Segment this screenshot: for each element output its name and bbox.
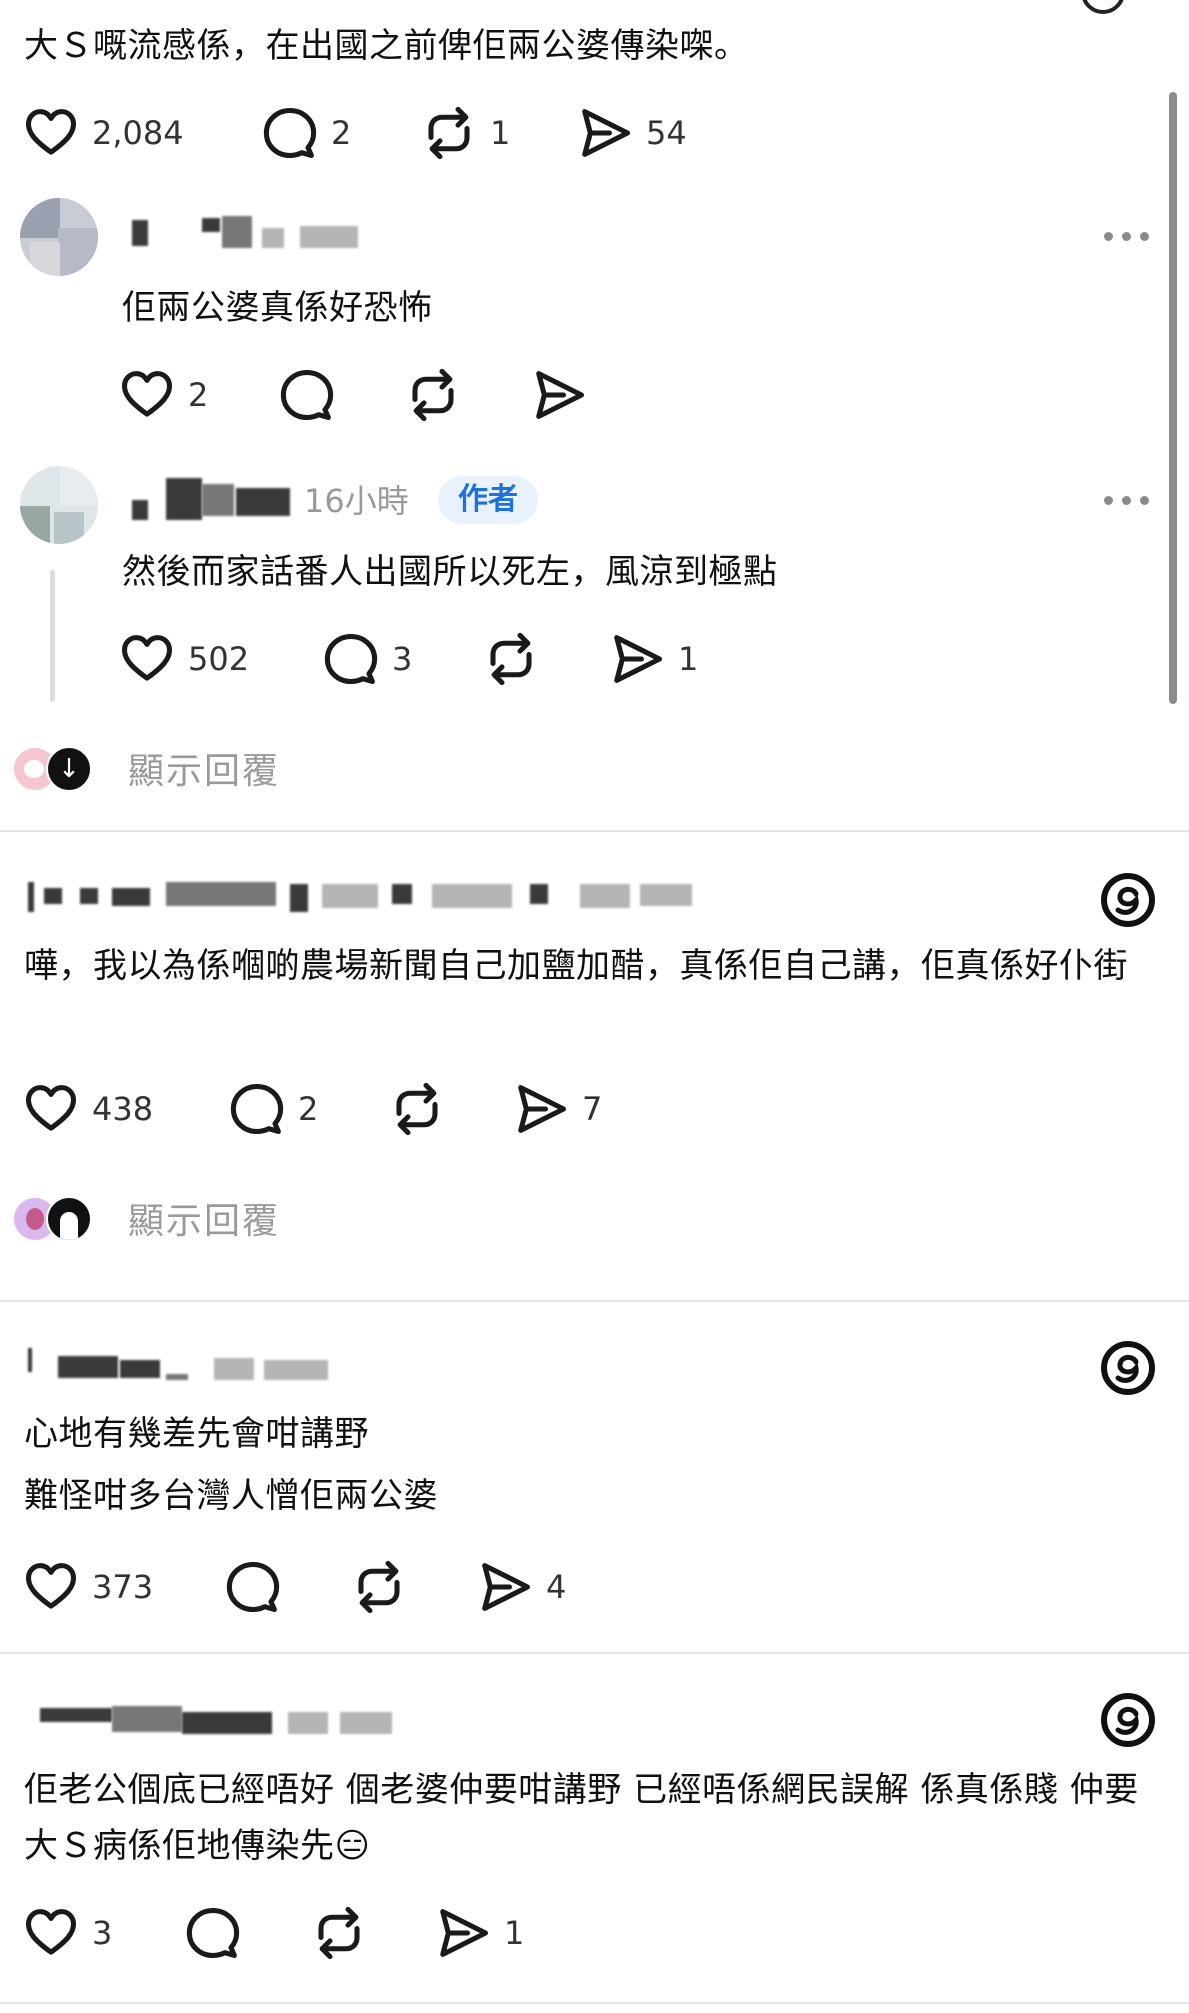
repost-count: 1 (490, 114, 511, 152)
comment-button[interactable] (280, 368, 334, 422)
redacted-username (28, 882, 34, 912)
comment-icon (226, 1560, 280, 1614)
comment-icon (186, 1906, 240, 1960)
divider (0, 830, 1189, 832)
arrow-down-icon: ↓ (46, 746, 92, 792)
like-count: 438 (92, 1090, 154, 1128)
like-button[interactable]: 3 (24, 1906, 112, 1960)
comment-count: 2 (298, 1090, 319, 1128)
avatar[interactable] (20, 198, 98, 276)
share-button[interactable] (532, 368, 586, 422)
avatar (46, 1196, 92, 1242)
threads-logo-icon (1101, 1693, 1155, 1747)
divider (0, 1300, 1189, 1302)
like-count: 502 (188, 640, 250, 678)
share-icon (610, 632, 664, 686)
comment-count: 2 (331, 114, 352, 152)
reply-avatars (12, 1196, 92, 1242)
heart-icon (24, 1906, 78, 1960)
comment-icon (280, 368, 334, 422)
show-replies-button[interactable]: 顯示回覆 (128, 742, 280, 794)
repost-icon (484, 632, 538, 686)
comment-icon (263, 106, 317, 160)
heart-icon (24, 1560, 78, 1614)
repost-icon (390, 1082, 444, 1136)
redacted-username (132, 220, 148, 246)
avatar[interactable] (20, 466, 98, 544)
share-count: 1 (678, 640, 699, 678)
share-icon (514, 1082, 568, 1136)
like-button[interactable]: 373 (24, 1560, 153, 1614)
share-button[interactable]: 7 (514, 1082, 602, 1136)
redacted-username (28, 1348, 32, 1372)
share-icon (436, 1906, 490, 1960)
like-button[interactable]: 502 (120, 632, 249, 686)
repost-icon (422, 106, 476, 160)
thread-line (50, 570, 55, 702)
comment-text-line: 心地有幾差先會咁講野 (24, 1414, 369, 1454)
comment-button[interactable]: 2 (263, 106, 351, 160)
repost-icon (312, 1906, 366, 1960)
repost-button[interactable] (406, 368, 460, 422)
comment-button[interactable] (226, 1560, 280, 1614)
comment-count: 3 (392, 640, 413, 678)
repost-button[interactable] (484, 632, 538, 686)
comment-button[interactable] (186, 1906, 240, 1960)
heart-icon (24, 1082, 78, 1136)
partial-top-icon (1081, 0, 1125, 14)
heart-icon (120, 368, 174, 422)
redacted-username (40, 1708, 112, 1722)
like-button[interactable]: 438 (24, 1082, 153, 1136)
heart-icon (24, 106, 78, 160)
more-options-button[interactable] (1104, 496, 1149, 505)
redacted-username (132, 500, 148, 520)
threads-logo-icon (1101, 1341, 1155, 1395)
repost-button[interactable] (352, 1560, 406, 1614)
repost-button[interactable]: 1 (422, 106, 510, 160)
comment-button[interactable]: 3 (324, 632, 412, 686)
repost-icon (352, 1560, 406, 1614)
comment-icon (324, 632, 378, 686)
comment-text: 嘩，我以為係嗰啲農場新聞自己加鹽加醋，真係佢自己講，佢真係好仆街 (24, 946, 1128, 986)
share-button[interactable]: 1 (610, 632, 698, 686)
repost-icon (406, 368, 460, 422)
like-count: 373 (92, 1568, 154, 1606)
threads-logo-icon (1101, 873, 1155, 927)
comment-icon (230, 1082, 284, 1136)
like-button[interactable]: 2,084 (24, 106, 184, 160)
share-count: 54 (646, 114, 687, 152)
share-button[interactable]: 4 (478, 1560, 566, 1614)
share-icon (532, 368, 586, 422)
more-options-button[interactable] (1104, 232, 1149, 241)
share-button[interactable]: 1 (436, 1906, 524, 1960)
reply-text: 然後而家話番人出國所以死左，風涼到極點 (122, 552, 778, 592)
heart-icon (120, 632, 174, 686)
divider (0, 2002, 1189, 2004)
share-count: 7 (582, 1090, 603, 1128)
share-button[interactable]: 54 (578, 106, 687, 160)
share-icon (478, 1560, 532, 1614)
show-replies-button[interactable]: 顯示回覆 (128, 1192, 280, 1244)
divider (0, 1652, 1189, 1654)
repost-button[interactable] (390, 1082, 444, 1136)
reply-avatars: ↓ (12, 746, 92, 792)
comment-text-line: 難怪咁多台灣人憎佢兩公婆 (24, 1476, 438, 1516)
timestamp: 16小時 (304, 482, 409, 520)
share-count: 1 (504, 1914, 525, 1952)
like-count: 2 (188, 376, 209, 414)
comment-button[interactable]: 2 (230, 1082, 318, 1136)
like-count: 2,084 (92, 114, 184, 152)
like-button[interactable]: 2 (120, 368, 208, 422)
author-badge: 作者 (438, 476, 538, 524)
comment-text: 佢老公個底已經唔好 個老婆仲要咁講野 已經唔係網民誤解 係真係賤 仲要大Ｓ病係佢… (24, 1770, 1139, 1866)
share-count: 4 (546, 1568, 567, 1606)
repost-button[interactable] (312, 1906, 366, 1960)
reply-text: 佢兩公婆真係好恐怖 (122, 288, 433, 328)
scrollbar[interactable] (1169, 92, 1177, 704)
post-text: 大Ｓ嘅流感係，在出國之前俾佢兩公婆傳染㗎。 (24, 26, 749, 66)
like-count: 3 (92, 1914, 113, 1952)
share-icon (578, 106, 632, 160)
